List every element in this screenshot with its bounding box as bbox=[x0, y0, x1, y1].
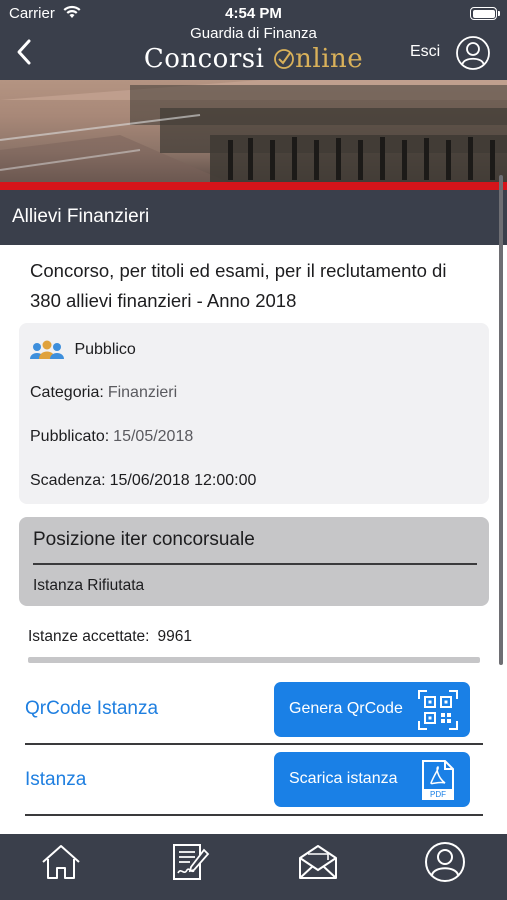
qrcode-link[interactable]: QrCode Istanza bbox=[25, 698, 158, 720]
user-circle-icon[interactable] bbox=[423, 840, 467, 884]
gray-divider bbox=[28, 657, 480, 663]
visibility-row: Pubblico bbox=[30, 339, 136, 361]
published-value: 15/05/2018 bbox=[113, 428, 194, 445]
generate-qrcode-label: Genera QrCode bbox=[289, 700, 403, 717]
visibility-label: Pubblico bbox=[74, 341, 136, 358]
category-row: Categoria: Finanzieri bbox=[30, 384, 177, 402]
download-istanza-label: Scarica istanza bbox=[289, 770, 398, 787]
qrcode-icon bbox=[418, 690, 458, 730]
top-bar: Carrier 4:54 PM Guardia di Finanza Conco… bbox=[0, 0, 507, 80]
deadline-label: Scadenza: bbox=[30, 472, 106, 489]
category-value: Finanzieri bbox=[107, 384, 178, 401]
istanza-link[interactable]: Istanza bbox=[25, 769, 86, 791]
section-header: Allievi Finanzieri bbox=[0, 190, 507, 245]
section-title: Allievi Finanzieri bbox=[12, 206, 150, 227]
check-circle-icon bbox=[273, 44, 295, 74]
position-status: Istanza Rifiutata bbox=[33, 577, 145, 594]
deadline-row: Scadenza: 15/06/2018 12:00:00 bbox=[30, 472, 256, 490]
published-row: Pubblicato: 15/05/2018 bbox=[30, 428, 193, 446]
position-card: Posizione iter concorsuale Istanza Rifiu… bbox=[19, 517, 489, 606]
hero-image bbox=[0, 80, 507, 183]
accepted-value: 9961 bbox=[157, 628, 192, 645]
row-divider bbox=[25, 814, 483, 816]
position-title: Posizione iter concorsuale bbox=[33, 529, 255, 550]
deadline-value: 15/06/2018 12:00:00 bbox=[109, 472, 257, 489]
accepted-label: Istanze accettate: bbox=[28, 628, 150, 645]
exit-button[interactable]: Esci bbox=[410, 43, 440, 61]
pdf-icon: PDF bbox=[422, 760, 454, 800]
red-divider bbox=[0, 182, 507, 190]
people-icon bbox=[30, 340, 64, 359]
status-bar: Carrier 4:54 PM bbox=[0, 0, 507, 26]
brand-subtitle: Guardia di Finanza bbox=[190, 25, 317, 42]
tab-bar bbox=[0, 834, 507, 900]
mail-icon[interactable] bbox=[296, 840, 340, 884]
battery-icon bbox=[470, 7, 500, 20]
generate-qrcode-button[interactable]: Genera QrCode bbox=[274, 682, 470, 737]
download-istanza-button[interactable]: Scarica istanza PDF bbox=[274, 752, 470, 807]
accepted-count: Istanze accettate: 9961 bbox=[28, 628, 192, 646]
brand-title-part1: Concorsi bbox=[143, 44, 274, 74]
pdf-text: PDF bbox=[430, 790, 446, 799]
category-label: Categoria: bbox=[30, 384, 104, 401]
scrollbar[interactable] bbox=[499, 175, 503, 665]
position-divider bbox=[33, 563, 477, 565]
info-card: Pubblico Categoria: Finanzieri Pubblicato… bbox=[19, 323, 489, 504]
home-icon[interactable] bbox=[39, 840, 83, 884]
clock: 4:54 PM bbox=[225, 5, 282, 22]
brand-title-part2: nline bbox=[295, 44, 364, 74]
competition-title: Concorso, per titoli ed esami, per il re… bbox=[30, 260, 447, 311]
row-divider bbox=[25, 743, 483, 745]
document-sign-icon[interactable] bbox=[168, 840, 212, 884]
published-label: Pubblicato: bbox=[30, 428, 110, 445]
user-circle-icon[interactable] bbox=[455, 35, 491, 71]
